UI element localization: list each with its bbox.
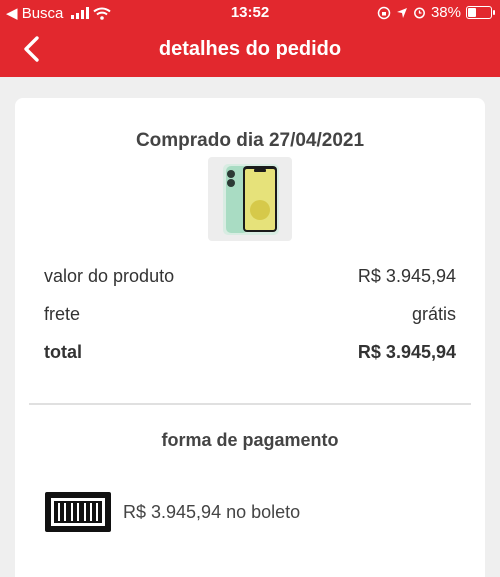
product-value-row: valor do produto R$ 3.945,94 xyxy=(44,266,456,287)
product-value: R$ 3.945,94 xyxy=(357,266,456,286)
app-header: ◀ Busca 13:52 38% detalhes do pedido xyxy=(0,0,500,77)
total-row: total R$ 3.945,94 xyxy=(44,342,456,363)
shipping-label: frete xyxy=(44,304,81,324)
total-label: total xyxy=(44,342,82,362)
payment-method-text: R$ 3.945,94 no boleto xyxy=(123,502,301,522)
shipping-row: frete grátis xyxy=(44,304,456,325)
rotation-lock-icon xyxy=(377,6,391,19)
battery-percent: 38% xyxy=(430,4,461,21)
status-right: 38% xyxy=(377,4,495,21)
page-title: detalhes do pedido xyxy=(158,38,342,60)
location-icon xyxy=(396,7,407,18)
product-value-label: valor do produto xyxy=(44,266,175,286)
alarm-icon xyxy=(414,7,425,19)
purchase-date: Comprado dia 27/04/2021 xyxy=(135,130,365,151)
divider xyxy=(29,403,471,405)
total-value: R$ 3.945,94 xyxy=(357,342,456,362)
status-bar: ◀ Busca 13:52 38% xyxy=(0,0,500,26)
phone-image xyxy=(208,157,292,241)
barcode-icon xyxy=(45,492,111,532)
payment-method-title: forma de pagamento xyxy=(161,430,339,450)
order-details-card: Comprado dia 27/04/2021 valor do produto… xyxy=(15,98,485,577)
battery-fill xyxy=(468,8,476,17)
shipping-value: grátis xyxy=(411,304,456,324)
battery-icon xyxy=(466,6,495,19)
